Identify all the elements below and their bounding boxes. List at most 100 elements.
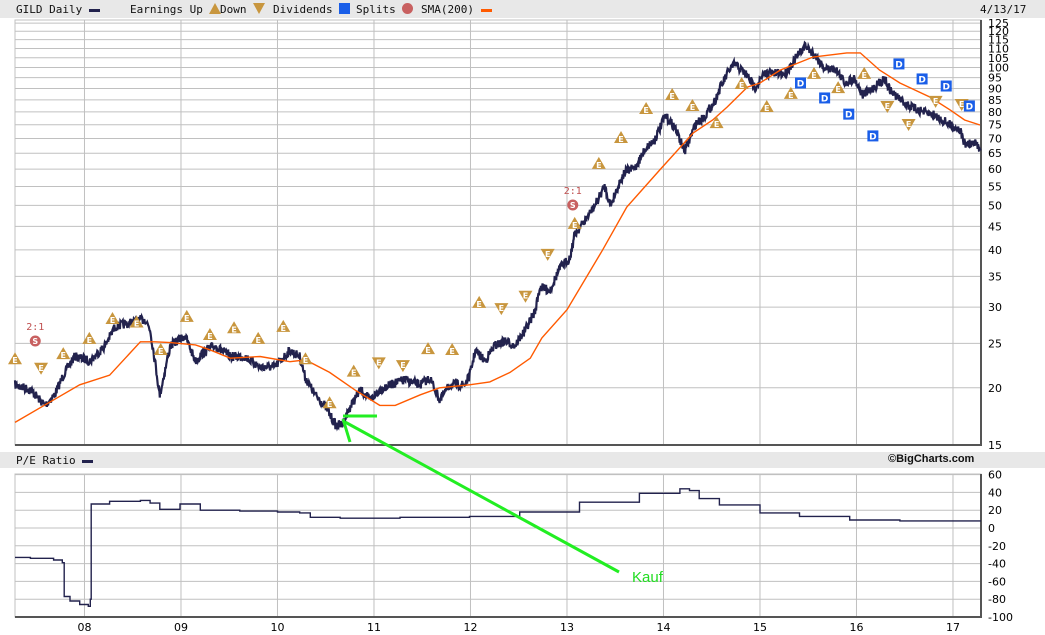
- y-tick-label: 40: [988, 486, 1002, 499]
- earnings-up-marker: E: [759, 99, 774, 113]
- earnings-down-marker: E: [518, 290, 533, 303]
- split-ratio-label: 2:1: [26, 322, 44, 333]
- earnings-up-marker: E: [56, 347, 71, 360]
- dividend-marker: D: [963, 100, 975, 112]
- earnings-letter: E: [545, 250, 550, 259]
- earnings-letter: E: [449, 347, 454, 356]
- y-tick-label: 20: [988, 382, 1002, 395]
- earnings-up-marker: E: [346, 364, 361, 378]
- earnings-up-marker: E: [734, 76, 749, 90]
- earnings-letter: E: [959, 100, 964, 109]
- dividend-letter: D: [869, 132, 876, 142]
- earnings-down-marker: E: [928, 95, 943, 108]
- y-tick-label: -60: [988, 575, 1006, 588]
- earnings-up-marker: E: [105, 311, 120, 325]
- earnings-letter: E: [690, 103, 695, 112]
- price-frame: [14, 19, 982, 446]
- dividend-marker: D: [795, 77, 807, 89]
- earnings-up-marker: E: [276, 319, 291, 333]
- dividend-marker: D: [867, 130, 879, 142]
- earnings-letter: E: [400, 361, 405, 370]
- chart-canvas: 1520253035404550556065707580859095100105…: [8, 17, 1013, 634]
- earnings-letter: E: [618, 135, 623, 144]
- y-tick-label: 15: [988, 439, 1002, 452]
- earnings-up-marker: E: [421, 342, 436, 355]
- y-tick-label: 25: [988, 337, 1002, 350]
- y-tick-label: 125: [988, 17, 1009, 30]
- dividend-letter: D: [895, 60, 902, 70]
- earnings-letter: E: [669, 92, 674, 101]
- earnings-letter: E: [303, 356, 308, 365]
- annotation-label: Kauf: [632, 569, 664, 586]
- earnings-letter: E: [788, 91, 793, 100]
- x-tick-label: 10: [270, 621, 284, 634]
- earnings-down-marker: E: [880, 100, 895, 113]
- x-tick-label: 15: [753, 621, 767, 634]
- earnings-letter: E: [327, 400, 332, 409]
- dividend-letter: D: [942, 83, 949, 93]
- earnings-up-marker: E: [665, 88, 680, 101]
- earnings-letter: E: [764, 104, 769, 113]
- y-tick-label: 70: [988, 132, 1002, 145]
- x-tick-label: 14: [656, 621, 670, 634]
- earnings-down-marker: E: [540, 248, 555, 261]
- earnings-letter: E: [476, 300, 481, 309]
- earnings-up-marker: E: [807, 66, 822, 80]
- earnings-up-marker: E: [179, 309, 194, 323]
- y-tick-label: -80: [988, 593, 1006, 606]
- earnings-letter: E: [207, 332, 212, 341]
- dividend-marker: D: [916, 73, 928, 85]
- buy-annotation: Kauf: [341, 414, 664, 586]
- y-tick-label: 20: [988, 504, 1002, 517]
- split-letter: S: [570, 201, 576, 210]
- earnings-letter: E: [811, 71, 816, 80]
- price-series-line: [13, 40, 982, 432]
- earnings-up-marker: E: [251, 331, 266, 345]
- earnings-letter: E: [861, 71, 866, 80]
- y-tick-label: 30: [988, 301, 1002, 314]
- earnings-letter: E: [906, 120, 911, 129]
- split-ratio-label: 2:1: [564, 186, 582, 197]
- y-tick-label: 45: [988, 220, 1002, 233]
- earnings-letter: E: [739, 81, 744, 90]
- dividend-letter: D: [966, 102, 973, 112]
- dividend-marker: D: [819, 92, 831, 104]
- earnings-letter: E: [714, 120, 719, 129]
- earnings-letter: E: [255, 336, 260, 345]
- earnings-letter: E: [523, 292, 528, 301]
- y-tick-label: 80: [988, 106, 1002, 119]
- earnings-letter: E: [61, 351, 66, 360]
- earnings-letter: E: [499, 304, 504, 313]
- earnings-letter: E: [231, 325, 236, 334]
- dividend-letter: D: [797, 79, 804, 89]
- earnings-letter: E: [351, 369, 356, 378]
- dividend-letter: D: [845, 111, 852, 121]
- earnings-down-marker: E: [494, 303, 509, 316]
- dividend-letter: D: [821, 94, 828, 104]
- dividend-letter: D: [918, 75, 925, 85]
- earnings-letter: E: [110, 316, 115, 325]
- y-tick-label: 60: [988, 469, 1002, 482]
- dividend-marker: D: [843, 108, 855, 121]
- chart-marks: E E E E E E E E E E E E E E E E E E E E E E E E E E E E E E E E E E E E E E E E…: [8, 40, 982, 607]
- y-tick-label: 35: [988, 270, 1002, 283]
- y-tick-label: 0: [988, 522, 995, 535]
- earnings-up-marker: E: [709, 116, 724, 129]
- earnings-up-marker: E: [685, 99, 700, 112]
- earnings-up-marker: E: [591, 156, 606, 170]
- earnings-up-marker: E: [614, 131, 629, 144]
- earnings-up-marker: E: [857, 66, 872, 80]
- earnings-letter: E: [425, 346, 430, 355]
- split-marker: S 2:1: [26, 322, 44, 347]
- y-tick-label: 40: [988, 244, 1002, 257]
- earnings-letter: E: [643, 106, 648, 115]
- x-tick-label: 11: [367, 621, 381, 634]
- earnings-up-marker: E: [153, 342, 168, 356]
- y-tick-label: -100: [988, 611, 1013, 624]
- earnings-up-marker: E: [227, 321, 242, 334]
- x-tick-label: 13: [560, 621, 574, 634]
- earnings-up-marker: E: [8, 352, 22, 365]
- price-grid: 1520253035404550556065707580859095100105…: [14, 17, 1009, 452]
- earnings-up-marker: E: [202, 328, 217, 341]
- y-tick-label: -40: [988, 558, 1006, 571]
